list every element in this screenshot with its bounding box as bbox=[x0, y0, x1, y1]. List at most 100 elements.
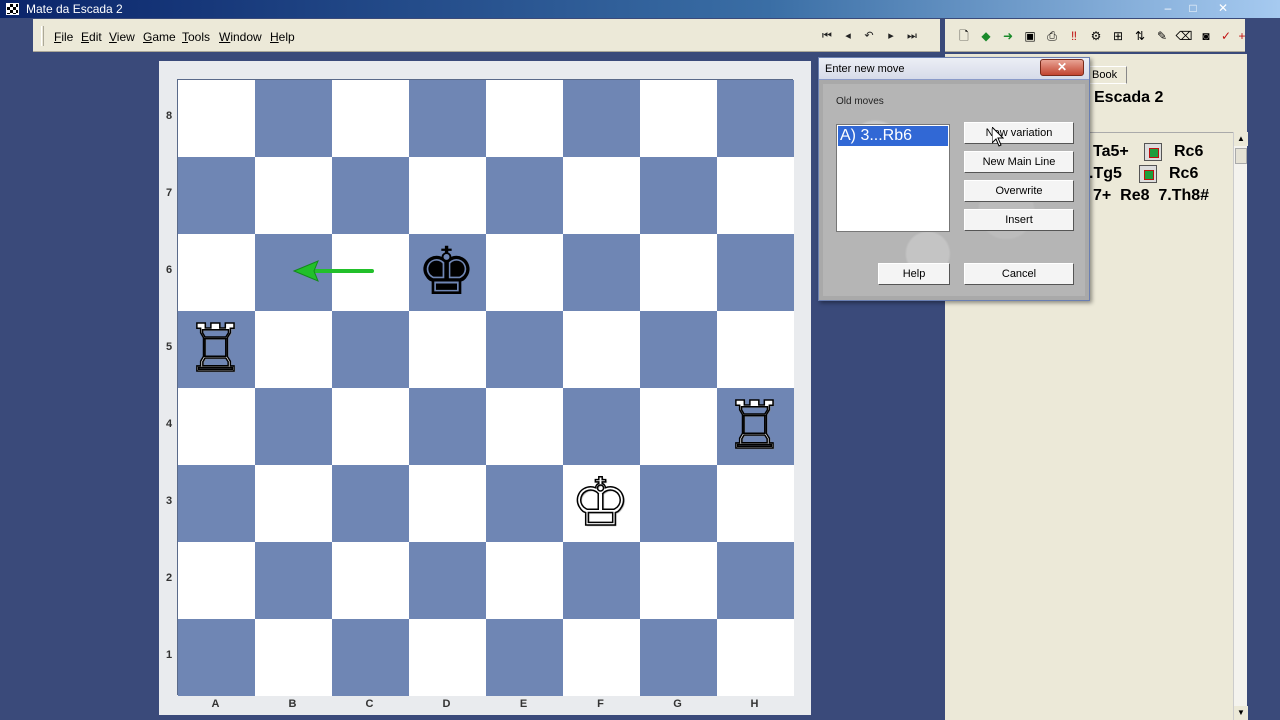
menu-view[interactable]: View bbox=[109, 30, 135, 44]
square-h3[interactable] bbox=[717, 465, 794, 542]
menu-window[interactable]: Window bbox=[219, 30, 262, 44]
square-g8[interactable] bbox=[640, 80, 717, 157]
insert-button[interactable]: Insert bbox=[964, 209, 1074, 231]
maximize-button[interactable]: □ bbox=[1181, 0, 1205, 16]
square-d3[interactable] bbox=[409, 465, 486, 542]
save-icon[interactable]: ▣ bbox=[1021, 27, 1039, 45]
notation-scrollbar[interactable]: ▲ ▼ bbox=[1233, 132, 1248, 720]
forward-arrow-icon[interactable]: ➜ bbox=[999, 27, 1017, 45]
square-e7[interactable] bbox=[486, 157, 563, 234]
next-move-icon[interactable]: ▸ bbox=[882, 27, 900, 45]
square-f7[interactable] bbox=[563, 157, 640, 234]
square-h5[interactable] bbox=[717, 311, 794, 388]
list-item[interactable]: A) 3...Rb6 bbox=[838, 126, 948, 146]
annotation-icon[interactable]: ‼ bbox=[1065, 27, 1083, 45]
white-rook-piece[interactable]: ♖ bbox=[177, 309, 254, 388]
square-f1[interactable] bbox=[563, 619, 640, 696]
square-c5[interactable] bbox=[332, 311, 409, 388]
chessboard[interactable] bbox=[177, 79, 794, 696]
camera-icon[interactable]: ◙ bbox=[1197, 27, 1215, 45]
square-h7[interactable] bbox=[717, 157, 794, 234]
last-move-icon[interactable]: ⏭ bbox=[903, 27, 921, 45]
square-d5[interactable] bbox=[409, 311, 486, 388]
previous-move-icon[interactable]: ◂ bbox=[839, 27, 857, 45]
square-e5[interactable] bbox=[486, 311, 563, 388]
help-button[interactable]: Help bbox=[878, 263, 950, 285]
square-f5[interactable] bbox=[563, 311, 640, 388]
new-document-icon[interactable]: 🗋 bbox=[955, 27, 973, 45]
back-arrow-icon[interactable]: ◆ bbox=[977, 27, 995, 45]
square-g4[interactable] bbox=[640, 388, 717, 465]
square-b5[interactable] bbox=[255, 311, 332, 388]
new-main-line-button[interactable]: New Main Line bbox=[964, 151, 1074, 173]
square-f2[interactable] bbox=[563, 542, 640, 619]
square-d4[interactable] bbox=[409, 388, 486, 465]
square-h6[interactable] bbox=[717, 234, 794, 311]
dialog-close-button[interactable]: ✕ bbox=[1040, 59, 1084, 76]
minimize-button[interactable]: – bbox=[1156, 0, 1180, 16]
move-text[interactable]: Rc6 bbox=[1174, 143, 1203, 161]
undo-icon[interactable]: ↶ bbox=[860, 27, 878, 45]
square-g6[interactable] bbox=[640, 234, 717, 311]
square-e8[interactable] bbox=[486, 80, 563, 157]
close-window-button[interactable]: ✕ bbox=[1211, 0, 1235, 16]
toolbar-grip[interactable] bbox=[41, 26, 44, 46]
square-a7[interactable] bbox=[178, 157, 255, 234]
flip-board-icon[interactable]: ⇅ bbox=[1131, 27, 1149, 45]
tab-book[interactable]: Book bbox=[1089, 66, 1127, 84]
diagram-icon[interactable] bbox=[1144, 143, 1162, 161]
square-c8[interactable] bbox=[332, 80, 409, 157]
move-text[interactable]: Rc6 bbox=[1169, 165, 1198, 183]
white-rook-piece[interactable]: ♖ bbox=[716, 386, 793, 465]
square-c2[interactable] bbox=[332, 542, 409, 619]
pen-icon[interactable]: ✎ bbox=[1153, 27, 1171, 45]
new-variation-button[interactable]: New variation bbox=[964, 122, 1074, 144]
menu-help[interactable]: Help bbox=[270, 30, 295, 44]
square-h8[interactable] bbox=[717, 80, 794, 157]
square-e1[interactable] bbox=[486, 619, 563, 696]
square-h1[interactable] bbox=[717, 619, 794, 696]
square-b7[interactable] bbox=[255, 157, 332, 234]
square-a2[interactable] bbox=[178, 542, 255, 619]
scroll-down-icon[interactable]: ▼ bbox=[1234, 706, 1248, 720]
eraser-icon[interactable]: ⌫ bbox=[1175, 27, 1193, 45]
square-f4[interactable] bbox=[563, 388, 640, 465]
menu-file[interactable]: File bbox=[54, 30, 73, 44]
square-a1[interactable] bbox=[178, 619, 255, 696]
scroll-up-icon[interactable]: ▲ bbox=[1234, 132, 1248, 146]
square-d1[interactable] bbox=[409, 619, 486, 696]
move-text[interactable]: .Tg5 bbox=[1089, 165, 1122, 183]
square-g7[interactable] bbox=[640, 157, 717, 234]
black-king-piece[interactable]: ♚ bbox=[408, 233, 485, 310]
square-f6[interactable] bbox=[563, 234, 640, 311]
print-icon[interactable]: ⎙ bbox=[1043, 27, 1061, 45]
square-b2[interactable] bbox=[255, 542, 332, 619]
menu-tools[interactable]: Tools bbox=[182, 30, 210, 44]
overwrite-button[interactable]: Overwrite bbox=[964, 180, 1074, 202]
white-king-piece[interactable]: ♔ bbox=[562, 463, 639, 542]
cancel-button[interactable]: Cancel bbox=[964, 263, 1074, 285]
square-d2[interactable] bbox=[409, 542, 486, 619]
square-g5[interactable] bbox=[640, 311, 717, 388]
cross-icon[interactable]: + bbox=[1233, 27, 1251, 45]
square-b3[interactable] bbox=[255, 465, 332, 542]
first-move-icon[interactable]: ⏮ bbox=[818, 27, 836, 45]
square-e3[interactable] bbox=[486, 465, 563, 542]
old-moves-list[interactable]: A) 3...Rb6 bbox=[836, 124, 950, 232]
square-a4[interactable] bbox=[178, 388, 255, 465]
square-a3[interactable] bbox=[178, 465, 255, 542]
square-d8[interactable] bbox=[409, 80, 486, 157]
square-g2[interactable] bbox=[640, 542, 717, 619]
move-text[interactable]: 7+ Re8 7.Th8# bbox=[1093, 187, 1209, 205]
square-d7[interactable] bbox=[409, 157, 486, 234]
position-icon[interactable]: ⊞ bbox=[1109, 27, 1127, 45]
square-a8[interactable] bbox=[178, 80, 255, 157]
square-c1[interactable] bbox=[332, 619, 409, 696]
square-c7[interactable] bbox=[332, 157, 409, 234]
square-g3[interactable] bbox=[640, 465, 717, 542]
square-e2[interactable] bbox=[486, 542, 563, 619]
square-c4[interactable] bbox=[332, 388, 409, 465]
move-text[interactable]: Ta5+ bbox=[1093, 143, 1129, 161]
square-e4[interactable] bbox=[486, 388, 563, 465]
square-h2[interactable] bbox=[717, 542, 794, 619]
